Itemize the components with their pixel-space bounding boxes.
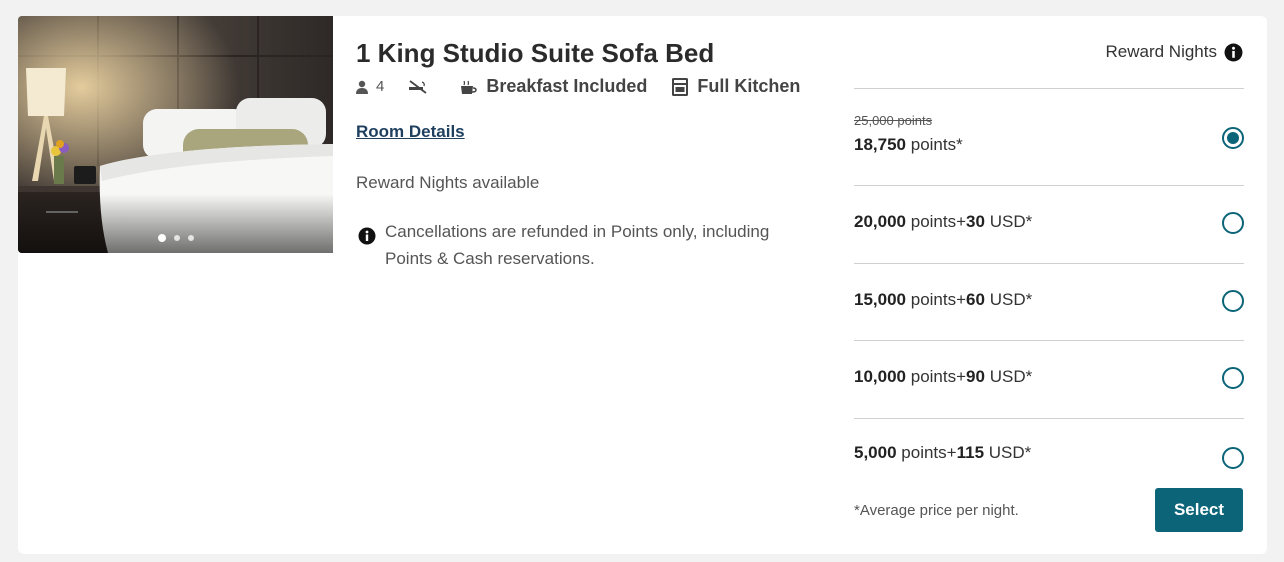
- rate-price: 20,000 points+30 USD*: [854, 212, 1032, 232]
- rate-option[interactable]: 10,000 points+90 USD*: [854, 340, 1244, 418]
- rate-radio[interactable]: [1222, 212, 1244, 234]
- plus-sign: +: [956, 212, 967, 231]
- cash-value: 60: [966, 289, 985, 309]
- rate-radio[interactable]: [1222, 367, 1244, 389]
- room-details-link[interactable]: Room Details: [356, 122, 465, 142]
- points-value: 10,000: [854, 367, 906, 386]
- cancellation-notice: Cancellations are refunded in Points onl…: [358, 218, 778, 272]
- person-icon: [356, 80, 368, 94]
- rate-price: 18,750 points*: [854, 135, 963, 155]
- cash-unit: USD*: [989, 367, 1033, 386]
- cash-value: 90: [966, 367, 985, 386]
- amenity-kitchen: Full Kitchen: [671, 76, 800, 97]
- cash-value: 30: [966, 212, 985, 231]
- rate-radio[interactable]: [1222, 289, 1244, 312]
- info-icon: [358, 227, 376, 272]
- coffee-cup-icon: [460, 79, 478, 95]
- room-title: 1 King Studio Suite Sofa Bed: [356, 38, 715, 68]
- rate-radio[interactable]: [1222, 446, 1244, 469]
- plus-sign: +: [956, 367, 967, 386]
- amenity-label: Breakfast Included: [486, 76, 648, 96]
- amenity-breakfast: Breakfast Included: [460, 76, 647, 97]
- guest-count-value: 4: [376, 78, 385, 95]
- rate-option[interactable]: 20,000 points+30 USD*: [854, 185, 1244, 263]
- carousel-dot-3[interactable]: [187, 235, 194, 241]
- cash-value: 115: [956, 442, 985, 462]
- points-unit: points: [910, 367, 957, 386]
- plus-sign: +: [946, 442, 957, 462]
- points-value: 18,750: [854, 135, 906, 154]
- info-icon[interactable]: [1224, 43, 1243, 62]
- guest-count: 4: [356, 78, 384, 95]
- carousel-dot-2[interactable]: [173, 235, 180, 241]
- original-price: 25,000 points: [854, 113, 933, 128]
- rate-price: 10,000 points+90 USD*: [854, 367, 1032, 387]
- amenity-label: Full Kitchen: [697, 76, 801, 96]
- reward-nights-label: Reward Nights: [1105, 42, 1218, 61]
- rate-price: 15,000 points+60 USD*: [854, 290, 1032, 310]
- carousel-dot-1[interactable]: [157, 234, 166, 242]
- plus-sign: +: [956, 289, 967, 309]
- select-button[interactable]: Select: [1155, 488, 1243, 532]
- points-value: 20,000: [854, 212, 906, 231]
- amenities-row: 4 Breakfast Included Full Kitchen: [356, 76, 824, 97]
- average-price-footnote: *Average price per night.: [854, 502, 1019, 519]
- rate-option[interactable]: 15,000 points+60 USD*: [854, 262, 1244, 341]
- cash-unit: USD*: [988, 442, 1032, 462]
- cash-unit: USD*: [989, 212, 1033, 231]
- rate-option[interactable]: 25,000 points 18,750 points*: [854, 88, 1244, 185]
- carousel-dots: [18, 234, 333, 242]
- amenity-no-smoking: [408, 79, 436, 95]
- points-unit: points*: [910, 135, 963, 154]
- room-card: 1 King Studio Suite Sofa Bed 4 Breakfast…: [18, 16, 1267, 554]
- points-unit: points: [910, 212, 957, 231]
- stove-icon: [671, 77, 689, 97]
- points-unit: points: [910, 289, 957, 309]
- reward-nights-header: Reward Nights: [1106, 42, 1244, 62]
- rate-price: 5,000 points+115 USD*: [854, 443, 1031, 463]
- room-photo: [18, 16, 333, 253]
- room-photo-carousel[interactable]: [18, 16, 333, 253]
- rate-radio[interactable]: [1222, 127, 1244, 149]
- points-value: 15,000: [854, 289, 906, 309]
- cancellation-text: Cancellations are refunded in Points onl…: [385, 222, 770, 268]
- no-smoking-icon: [408, 79, 428, 95]
- points-unit: points: [901, 442, 947, 462]
- points-value: 5,000: [854, 442, 897, 462]
- rate-options: 25,000 points 18,750 points* 20,000 poin…: [854, 88, 1244, 508]
- cash-unit: USD*: [989, 289, 1033, 309]
- reward-availability-text: Reward Nights available: [356, 173, 540, 192]
